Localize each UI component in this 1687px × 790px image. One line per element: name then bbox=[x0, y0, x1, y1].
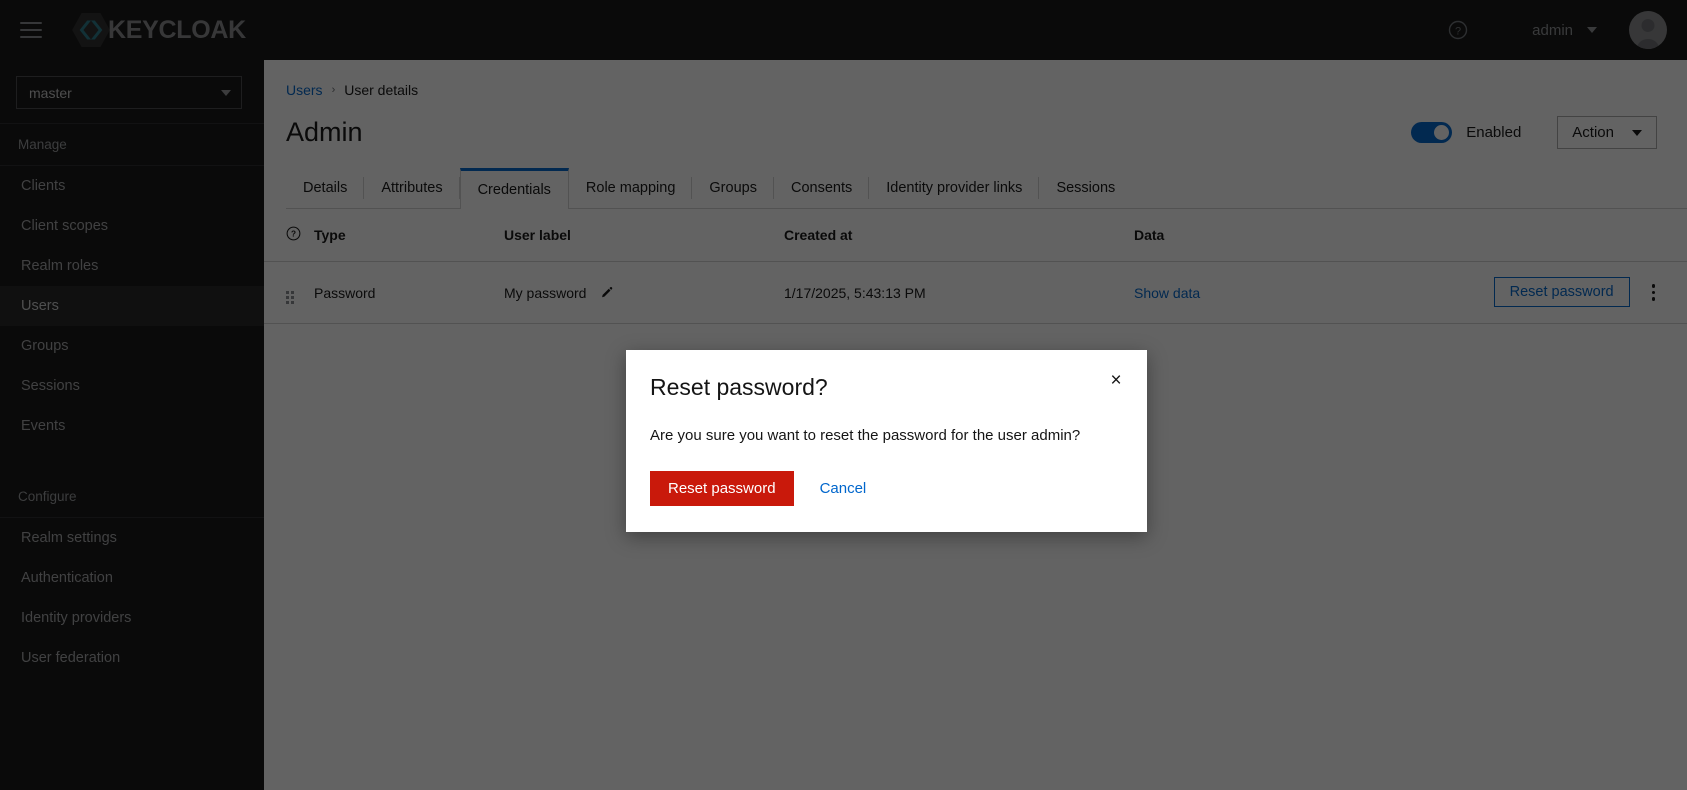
modal-confirm-reset-password-button[interactable]: Reset password bbox=[650, 471, 794, 506]
modal-body-text: Are you sure you want to reset the passw… bbox=[650, 427, 1081, 444]
keycloak-admin-console: KEYCLOAK ? admin master Ma bbox=[0, 0, 1687, 790]
modal-cancel-button[interactable]: Cancel bbox=[810, 471, 877, 506]
modal-title: Reset password? bbox=[650, 374, 828, 400]
modal-actions: Reset password Cancel bbox=[650, 471, 1123, 506]
reset-password-modal: × Reset password? Are you sure you want … bbox=[626, 350, 1147, 532]
close-icon[interactable]: × bbox=[1100, 364, 1132, 396]
